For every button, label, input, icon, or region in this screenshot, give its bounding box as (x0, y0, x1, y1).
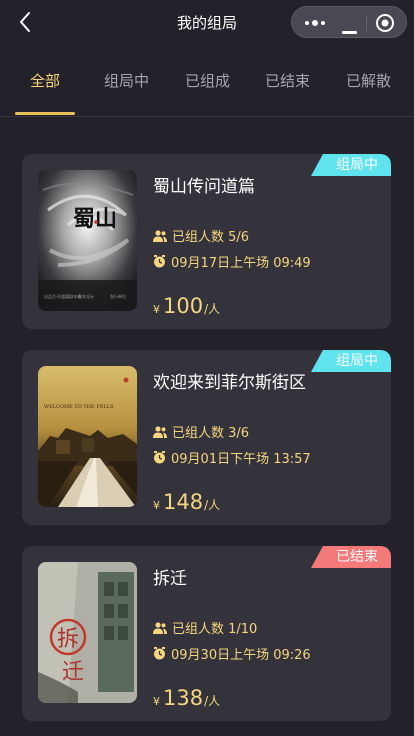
member-count: 已组人数 5/6 (172, 230, 250, 245)
people-icon (153, 229, 167, 242)
currency-symbol: ¥ (153, 303, 160, 316)
session-time: 09月01日下午场 13:57 (171, 452, 311, 467)
currency-symbol: ¥ (153, 695, 160, 708)
tab-ended[interactable]: 已结束 (265, 70, 310, 91)
game-title: 欢迎来到菲尔斯街区 (153, 373, 306, 393)
poster-title-text: WELCOME TO THE FELLS (44, 404, 114, 410)
game-card[interactable]: 拆 迁 拆迁 已组人数 1/10 09月30日上午场 09:26 ¥ 138 /… (22, 546, 391, 721)
session-time-row: 09月17日上午场 09:49 (153, 252, 311, 271)
poster-footer-text-2: 剧本设计 (78, 293, 94, 299)
status-badge: 组局中 (311, 154, 391, 176)
price-unit: /人 (204, 694, 221, 708)
tab-all[interactable]: 全部 (30, 70, 60, 91)
price-value: 100 (163, 294, 204, 318)
capsule-divider (366, 15, 367, 31)
game-title: 蜀山传问道篇 (153, 177, 255, 197)
member-count-row: 已组人数 5/6 (153, 226, 249, 245)
status-badge: 已结束 (311, 546, 391, 568)
member-count: 已组人数 1/10 (172, 622, 258, 637)
poster-title-text: 蜀山 (73, 206, 117, 232)
session-time-row: 09月30日上午场 09:26 (153, 644, 311, 663)
game-card[interactable]: WELCOME TO THE FELLS 欢迎来到菲尔斯街区 已组人数 3/6 … (22, 350, 391, 525)
session-time: 09月30日上午场 09:26 (171, 648, 311, 663)
poster-title-text: 拆 (57, 627, 79, 652)
session-time-row: 09月01日下午场 13:57 (153, 448, 311, 467)
clock-icon (154, 451, 165, 464)
tab-dissolved[interactable]: 已解散 (346, 70, 391, 91)
price: ¥ 138 /人 (153, 686, 220, 710)
status-badge: 组局中 (311, 350, 391, 372)
member-count-row: 已组人数 1/10 (153, 618, 257, 637)
active-tab-indicator (15, 112, 75, 115)
mini-program-capsule (291, 6, 407, 38)
session-time: 09月17日上午场 09:49 (171, 256, 311, 271)
more-dots-icon[interactable] (303, 15, 327, 29)
poster-footer-text-1: 出品方·问道篇剧本杀 (44, 293, 81, 299)
price-value: 148 (163, 490, 204, 514)
price: ¥ 100 /人 (153, 294, 220, 318)
target-close-icon[interactable] (375, 13, 395, 33)
tab-formed[interactable]: 已组成 (185, 70, 230, 91)
people-icon (153, 621, 167, 634)
clock-icon (154, 647, 165, 660)
navigation-bar: 我的组局 (0, 0, 414, 44)
price-unit: /人 (204, 498, 221, 512)
price: ¥ 148 /人 (153, 490, 220, 514)
poster-subtitle-text: 迁 (62, 660, 84, 685)
poster-image: 蜀山 出品方·问道篇剧本杀 剧本设计 发行单位 (38, 170, 137, 311)
game-card[interactable]: 蜀山 出品方·问道篇剧本杀 剧本设计 发行单位 蜀山传问道篇 已组人数 5/6 … (22, 154, 391, 329)
member-count: 已组人数 3/6 (172, 426, 250, 441)
minimize-icon[interactable] (342, 20, 357, 34)
game-title: 拆迁 (153, 569, 187, 589)
status-tabs: 全部 组局中 已组成 已结束 已解散 (0, 50, 414, 116)
price-unit: /人 (204, 302, 221, 316)
member-count-row: 已组人数 3/6 (153, 422, 249, 441)
poster-image: WELCOME TO THE FELLS (38, 366, 137, 507)
tab-in-progress[interactable]: 组局中 (104, 70, 149, 91)
price-value: 138 (163, 686, 204, 710)
currency-symbol: ¥ (153, 499, 160, 512)
poster-image: 拆 迁 (38, 562, 137, 703)
clock-icon (154, 255, 165, 268)
people-icon (153, 425, 167, 438)
tabs-divider (0, 116, 414, 117)
poster-footer-text-3: 发行单位 (110, 293, 126, 299)
